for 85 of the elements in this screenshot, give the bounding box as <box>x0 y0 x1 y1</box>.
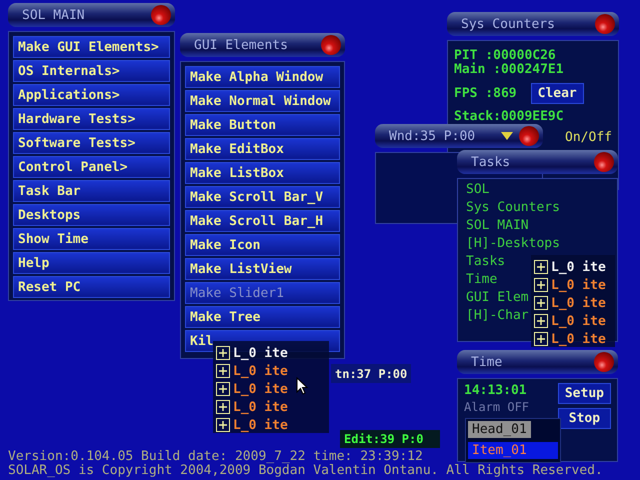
expand-icon[interactable] <box>534 332 548 346</box>
menu-item[interactable]: Make Tree <box>185 306 340 328</box>
task-item[interactable]: SOL <box>466 181 490 199</box>
version-text: Version:0.104.05 Build date: 2009_7_22 time: 23:39:12 <box>8 450 423 464</box>
mouse-pointer-icon <box>296 377 308 395</box>
menu-item[interactable]: Make Scroll Bar_H <box>185 210 340 232</box>
counter-reading: FPS :869 <box>454 86 517 100</box>
window-title-bar[interactable]: Sys Counters <box>447 12 619 36</box>
menu-item[interactable]: OS Internals> <box>13 60 170 82</box>
copyright-text: SOLAR_OS is Copyright 2004,2009 Bogdan Valentin Ontanu. All Rights Reserved. <box>8 464 603 478</box>
menu-item[interactable]: Task Bar <box>13 180 170 202</box>
window-title: Wnd:35 P:00 <box>389 128 476 144</box>
counter-reading: Main :000247E1 <box>454 63 565 77</box>
counter-reading: Stack:0009EE9C <box>454 110 565 124</box>
expand-icon[interactable] <box>216 400 230 414</box>
expand-icon[interactable] <box>534 296 548 310</box>
window-title: Edit:39 P:0 <box>344 432 424 446</box>
menu-item[interactable]: Hardware Tests> <box>13 108 170 130</box>
clear-button[interactable]: Clear <box>530 83 584 104</box>
expand-icon[interactable] <box>216 364 230 378</box>
menu-item[interactable]: Show Time <box>13 228 170 250</box>
time-button[interactable]: Setup <box>558 383 611 404</box>
counter-reading: PIT :00000C26 <box>454 49 557 63</box>
menu-item[interactable]: Make GUI Elements> <box>13 36 170 58</box>
window-title-bar[interactable]: tn:37 P:00 <box>331 364 411 383</box>
menu-item[interactable]: Help <box>13 252 170 274</box>
tree-item[interactable]: L_0 ite <box>551 314 606 328</box>
menu-item[interactable]: Desktops <box>13 204 170 226</box>
tree-item[interactable]: L_0 ite <box>233 400 288 414</box>
alarm-status: Alarm OFF <box>464 400 530 414</box>
task-item[interactable]: SOL MAIN <box>466 217 529 235</box>
window-title-bar[interactable]: Wnd:35 P:00 <box>375 124 543 148</box>
window-title: Tasks <box>471 154 510 170</box>
toggle-label[interactable]: On/Off <box>565 130 612 145</box>
menu-item[interactable]: Software Tests> <box>13 132 170 154</box>
clock-text: 14:13:01 <box>464 383 527 398</box>
task-item[interactable]: [H]-Char <box>466 307 529 325</box>
menu-item[interactable]: Applications> <box>13 84 170 106</box>
expand-icon[interactable] <box>534 314 548 328</box>
expand-icon[interactable] <box>534 260 548 274</box>
sphere-icon[interactable] <box>594 152 614 172</box>
sphere-icon[interactable] <box>151 5 171 25</box>
window-title-bar[interactable]: SOL MAIN <box>8 3 175 27</box>
task-item[interactable]: Tasks <box>466 253 506 271</box>
menu-item[interactable]: Make EditBox <box>185 138 340 160</box>
expand-icon[interactable] <box>216 382 230 396</box>
window-title-bar[interactable]: GUI Elements <box>180 33 345 57</box>
menu-item[interactable]: Make Scroll Bar_V <box>185 186 340 208</box>
menu-item[interactable]: Make Button <box>185 114 340 136</box>
tree-item[interactable]: L_0 ite <box>233 418 288 432</box>
sphere-icon[interactable] <box>321 35 341 55</box>
dropdown-arrow-icon[interactable] <box>501 132 513 140</box>
tree-item[interactable]: L_0 ite <box>551 278 606 292</box>
menu-item[interactable]: Make Alpha Window <box>185 66 340 88</box>
window-title-bar[interactable]: Time <box>457 350 618 374</box>
task-item[interactable]: Sys Counters <box>466 199 560 217</box>
window-title: GUI Elements <box>194 38 288 52</box>
window-title: tn:37 P:00 <box>335 366 408 380</box>
window-title-bar[interactable]: Edit:39 P:0 <box>340 430 440 448</box>
column-header[interactable]: Head_01 <box>468 421 531 438</box>
task-item[interactable]: GUI Elem <box>466 289 529 307</box>
window-title: Time <box>471 354 502 370</box>
task-item[interactable]: Time <box>466 271 498 289</box>
window-title: SOL MAIN <box>22 8 85 22</box>
expand-icon[interactable] <box>216 418 230 432</box>
time-button[interactable]: Stop <box>558 408 611 429</box>
sphere-icon[interactable] <box>595 14 615 34</box>
expand-icon[interactable] <box>534 278 548 292</box>
task-item[interactable]: [H]-Desktops <box>466 235 560 253</box>
tree-item[interactable]: L_0 ite <box>551 260 606 274</box>
menu-item[interactable]: Make Normal Window <box>185 90 340 112</box>
window-title: Sys Counters <box>461 16 555 32</box>
menu-item[interactable]: Make Icon <box>185 234 340 256</box>
sphere-icon[interactable] <box>519 126 539 146</box>
menu-item[interactable]: Make ListBox <box>185 162 340 184</box>
menu-item[interactable]: Control Panel> <box>13 156 170 178</box>
list-item[interactable]: Item_01 <box>468 442 558 459</box>
tree-item[interactable]: L_0 ite <box>551 332 606 346</box>
tree-item[interactable]: L_0 ite <box>551 296 606 310</box>
tree-item[interactable]: L_0 ite <box>233 382 288 396</box>
window-title-bar[interactable]: Tasks <box>457 150 618 174</box>
menu-item[interactable]: Make ListView <box>185 258 340 280</box>
tree-item[interactable]: L_0 ite <box>233 364 288 378</box>
sphere-icon[interactable] <box>594 352 614 372</box>
menu-item[interactable]: Reset PC <box>13 276 170 298</box>
